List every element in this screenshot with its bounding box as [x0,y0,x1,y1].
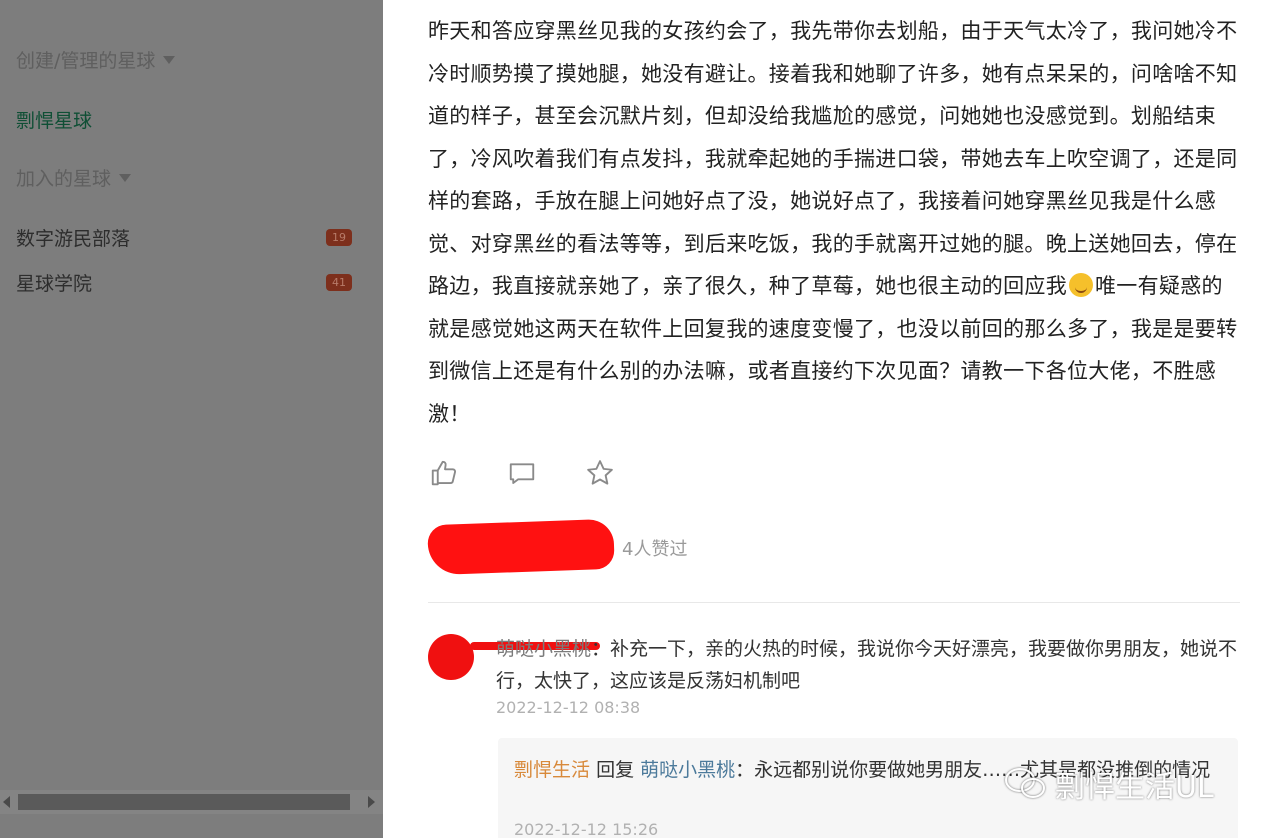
comment-colon: ： [591,638,611,660]
post-text-part1: 昨天和答应穿黑丝见我的女孩约会了，我先带你去划船，由于天气太冷了，我问她冷不冷时… [428,19,1238,298]
reply-author[interactable]: 剽悍生活 [514,759,590,781]
caret-down-icon [163,55,176,64]
unread-badge: 19 [326,229,352,246]
comment-body: 萌哒小黑桃：补充一下，亲的火热的时候，我说你今天好漂亮，我要做你男朋友，她说不行… [496,633,1240,697]
reply-verb: 回复 [596,759,635,781]
sidebar-item-label: 星球学院 [16,273,93,295]
watermark: 剽悍生活UL [1003,762,1214,806]
comment-icon [509,463,535,484]
star-icon [587,460,613,485]
section-created-label: 创建/管理的星球 [16,50,156,72]
wechat-icon [1005,768,1045,798]
favorite-button[interactable] [584,456,616,490]
post-actions [428,456,616,490]
caret-down-icon [119,173,132,182]
watermark-text: 剽悍生活UL [1055,770,1214,805]
sidebar: 创建/管理的星球 剽悍星球 加入的星球 数字游民部落 19 星球学院 41 [0,0,383,838]
likes-row: 4人赞过 [427,516,728,576]
comment-author[interactable]: 萌哒小黑桃 [496,638,591,660]
comment-button[interactable] [506,456,538,490]
reply-target[interactable]: 萌哒小黑桃 [640,759,735,781]
redacted-avatars [427,518,615,576]
section-created-toggle[interactable]: 创建/管理的星球 [16,46,176,73]
section-joined-label: 加入的星球 [16,168,112,190]
sidebar-item-academy[interactable]: 星球学院 41 [16,269,352,296]
horizontal-scrollbar[interactable] [0,790,383,814]
like-button[interactable] [428,456,460,490]
like-icon [431,460,457,486]
divider [428,602,1240,603]
reply-colon: ： [735,759,755,781]
post-panel: 昨天和答应穿黑丝见我的女孩约会了，我先带你去划船，由于天气太冷了，我问她冷不冷时… [383,0,1266,838]
scroll-left-icon[interactable] [3,796,10,808]
sidebar-item-active[interactable]: 剽悍星球 [16,106,92,133]
unread-badge: 41 [326,274,352,291]
scroll-right-icon[interactable] [368,796,375,808]
sidebar-item-label: 数字游民部落 [16,228,131,250]
likes-count[interactable]: 4人赞过 [622,535,687,561]
sidebar-item-nomad[interactable]: 数字游民部落 19 [16,224,352,251]
smile-emoji [1069,273,1093,297]
comment-time: 2022-12-12 08:38 [496,698,641,717]
post-text: 昨天和答应穿黑丝见我的女孩约会了，我先带你去划船，由于天气太冷了，我问她冷不冷时… [428,10,1243,435]
scrollbar-thumb[interactable] [18,794,350,810]
reply-time: 2022-12-12 15:26 [514,820,659,838]
avatar-redacted[interactable] [428,634,474,680]
section-joined-toggle[interactable]: 加入的星球 [16,164,132,191]
